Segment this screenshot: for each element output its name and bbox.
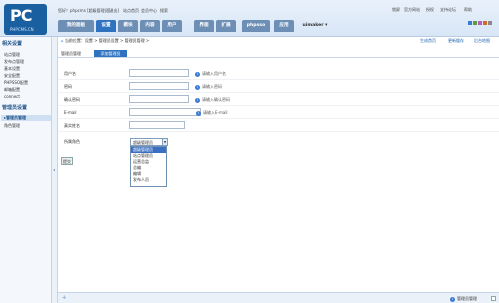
theme-blue-swatch[interactable]: [468, 21, 472, 25]
hint-text: 请输入用户名: [202, 71, 226, 76]
password-input[interactable]: [129, 82, 189, 90]
confirm-password-input[interactable]: [129, 95, 189, 103]
collapse-arrow-icon[interactable]: ◂: [53, 167, 55, 172]
tab-admin-manage[interactable]: 管理员管理: [61, 51, 81, 57]
official-site-link[interactable]: 官方网站: [404, 7, 420, 13]
email-hint: i 请输入E-mail: [196, 110, 228, 116]
sidebar-section-admin-settings[interactable]: 管理员设置: [2, 104, 27, 111]
role-dropdown-list: 超级管理员 站点管理员 运营总监 总编 编辑 发布人员: [130, 146, 167, 187]
info-icon: i: [195, 97, 200, 103]
password-hint: i 请输入密码: [195, 84, 222, 90]
confirm-password-label: 确认密码: [64, 97, 80, 102]
divider: [58, 118, 499, 119]
logo: PC PHPCMS.CN: [4, 4, 47, 35]
sidebar: 相关设置 站点管理 发布点管理 基本设置 安全配置 PHPSSO配置 邮箱配置 …: [0, 37, 52, 303]
status-text: i 管理员管理: [450, 296, 477, 302]
info-icon: i: [450, 296, 455, 302]
theme-orange-swatch[interactable]: [483, 21, 487, 25]
sidebar-item-label: 管理员管理: [6, 115, 27, 120]
divider: [58, 105, 499, 106]
confirm-password-hint: i 请输入确认密码: [195, 97, 230, 103]
role-select[interactable]: 超级管理员 ▼: [130, 138, 168, 146]
nav-extend[interactable]: 扩展: [216, 20, 236, 32]
nav-modules[interactable]: 模块: [118, 20, 138, 32]
status-label: 管理员管理: [457, 296, 477, 301]
chevron-down-icon[interactable]: ▼: [162, 139, 167, 145]
username-input[interactable]: [129, 69, 189, 77]
nav-my-panel[interactable]: 我的面板: [58, 20, 94, 32]
sidebar-item-connect[interactable]: connect: [4, 94, 20, 99]
info-icon: i: [195, 71, 200, 77]
breadcrumb-text: 当前位置：设置 > 管理员设置 > 管理员管理 >: [64, 38, 150, 43]
realname-label: 真实姓名: [64, 123, 80, 128]
update-cache-link[interactable]: 更新缓存: [448, 38, 464, 44]
nav-uimaker-dropdown[interactable]: uimaker ▾: [298, 20, 332, 32]
sidebar-item-publish-point[interactable]: 发布点管理: [4, 59, 24, 65]
app-root: { "header": { "logo_mark": "PC", "logo_t…: [0, 0, 499, 303]
username-hint: i 请输入用户名: [195, 71, 226, 77]
license-link[interactable]: 授权: [426, 7, 434, 13]
username-label: 用户名: [64, 71, 76, 76]
role-option[interactable]: 发布人员: [131, 177, 166, 183]
expand-icon[interactable]: ✛: [62, 295, 66, 301]
theme-purple-swatch[interactable]: [478, 21, 482, 25]
nav-phpsso[interactable]: phpsso: [242, 20, 270, 32]
nav-users[interactable]: 用户: [162, 20, 182, 32]
search-link[interactable]: 搜索: [160, 8, 168, 14]
status-toggle-button[interactable]: [491, 296, 496, 301]
email-label: E-mail: [64, 110, 77, 115]
role-select-value: 超级管理员: [133, 140, 153, 145]
submit-button[interactable]: 提交: [61, 157, 73, 165]
generate-home-link[interactable]: 生成首页: [420, 38, 436, 44]
main-content: ⌂ 当前位置：设置 > 管理员设置 > 管理员管理 > 生成首页 更新缓存 后台…: [58, 37, 499, 303]
hint-text: 请输入密码: [202, 84, 222, 89]
theme-green-swatch[interactable]: [473, 21, 477, 25]
sidebar-item-site-manage[interactable]: 站点管理: [4, 52, 20, 58]
email-input[interactable]: [129, 108, 201, 116]
divider: [58, 79, 499, 80]
divider: [58, 92, 499, 93]
tab-add-admin[interactable]: 添加管理员: [94, 50, 127, 57]
welcome-text: 您好！phpcms [超级管理员]: [58, 8, 111, 13]
home-icon: ⌂: [61, 38, 64, 43]
backend-map-link[interactable]: 后台地图: [474, 38, 490, 44]
logo-mark: PC: [10, 6, 32, 25]
nav-interface[interactable]: 界面: [194, 20, 214, 32]
sidebar-item-basic-settings[interactable]: 基本设置: [4, 66, 20, 72]
site-home-link[interactable]: 站点首页: [123, 8, 139, 14]
forum-link[interactable]: 支持论坛: [440, 7, 456, 13]
sidebar-section-related-settings[interactable]: 相关设置: [2, 40, 22, 47]
nav-content[interactable]: 内容: [140, 20, 160, 32]
info-icon: i: [196, 110, 201, 116]
divider: [58, 131, 499, 132]
sidebar-item-role-manage[interactable]: 角色管理: [4, 123, 20, 129]
sidebar-item-mail-config[interactable]: 邮箱配置: [4, 87, 20, 93]
realname-input[interactable]: [129, 121, 185, 129]
help-link[interactable]: 帮助: [464, 7, 472, 13]
hint-text: 请输入E-mail: [203, 110, 228, 115]
logo-text: PHPCMS.CN: [10, 27, 34, 32]
lock-screen-link[interactable]: 锁屏: [392, 7, 400, 13]
sidebar-item-phpsso-config[interactable]: PHPSSO配置: [4, 80, 28, 86]
sidebar-item-admin-manage[interactable]: ▸管理员管理: [1, 115, 51, 121]
nav-settings[interactable]: 设置: [96, 20, 116, 32]
sidebar-item-security[interactable]: 安全配置: [4, 73, 20, 79]
logout-link[interactable]: [退出]: [108, 8, 119, 14]
info-icon: i: [195, 84, 200, 90]
theme-gray-swatch[interactable]: [488, 21, 492, 25]
member-center-link[interactable]: 会员中心: [141, 8, 157, 14]
status-bar: ✛ i 管理员管理: [58, 292, 499, 303]
nav-apps[interactable]: 应用: [274, 20, 294, 32]
role-label: 所属角色: [64, 139, 80, 144]
password-label: 密码: [64, 84, 72, 89]
breadcrumb: ⌂ 当前位置：设置 > 管理员设置 > 管理员管理 >: [61, 38, 149, 44]
top-header: PC PHPCMS.CN 您好！phpcms [超级管理员] [退出] 站点首页…: [0, 0, 499, 37]
hint-text: 请输入确认密码: [202, 97, 230, 102]
